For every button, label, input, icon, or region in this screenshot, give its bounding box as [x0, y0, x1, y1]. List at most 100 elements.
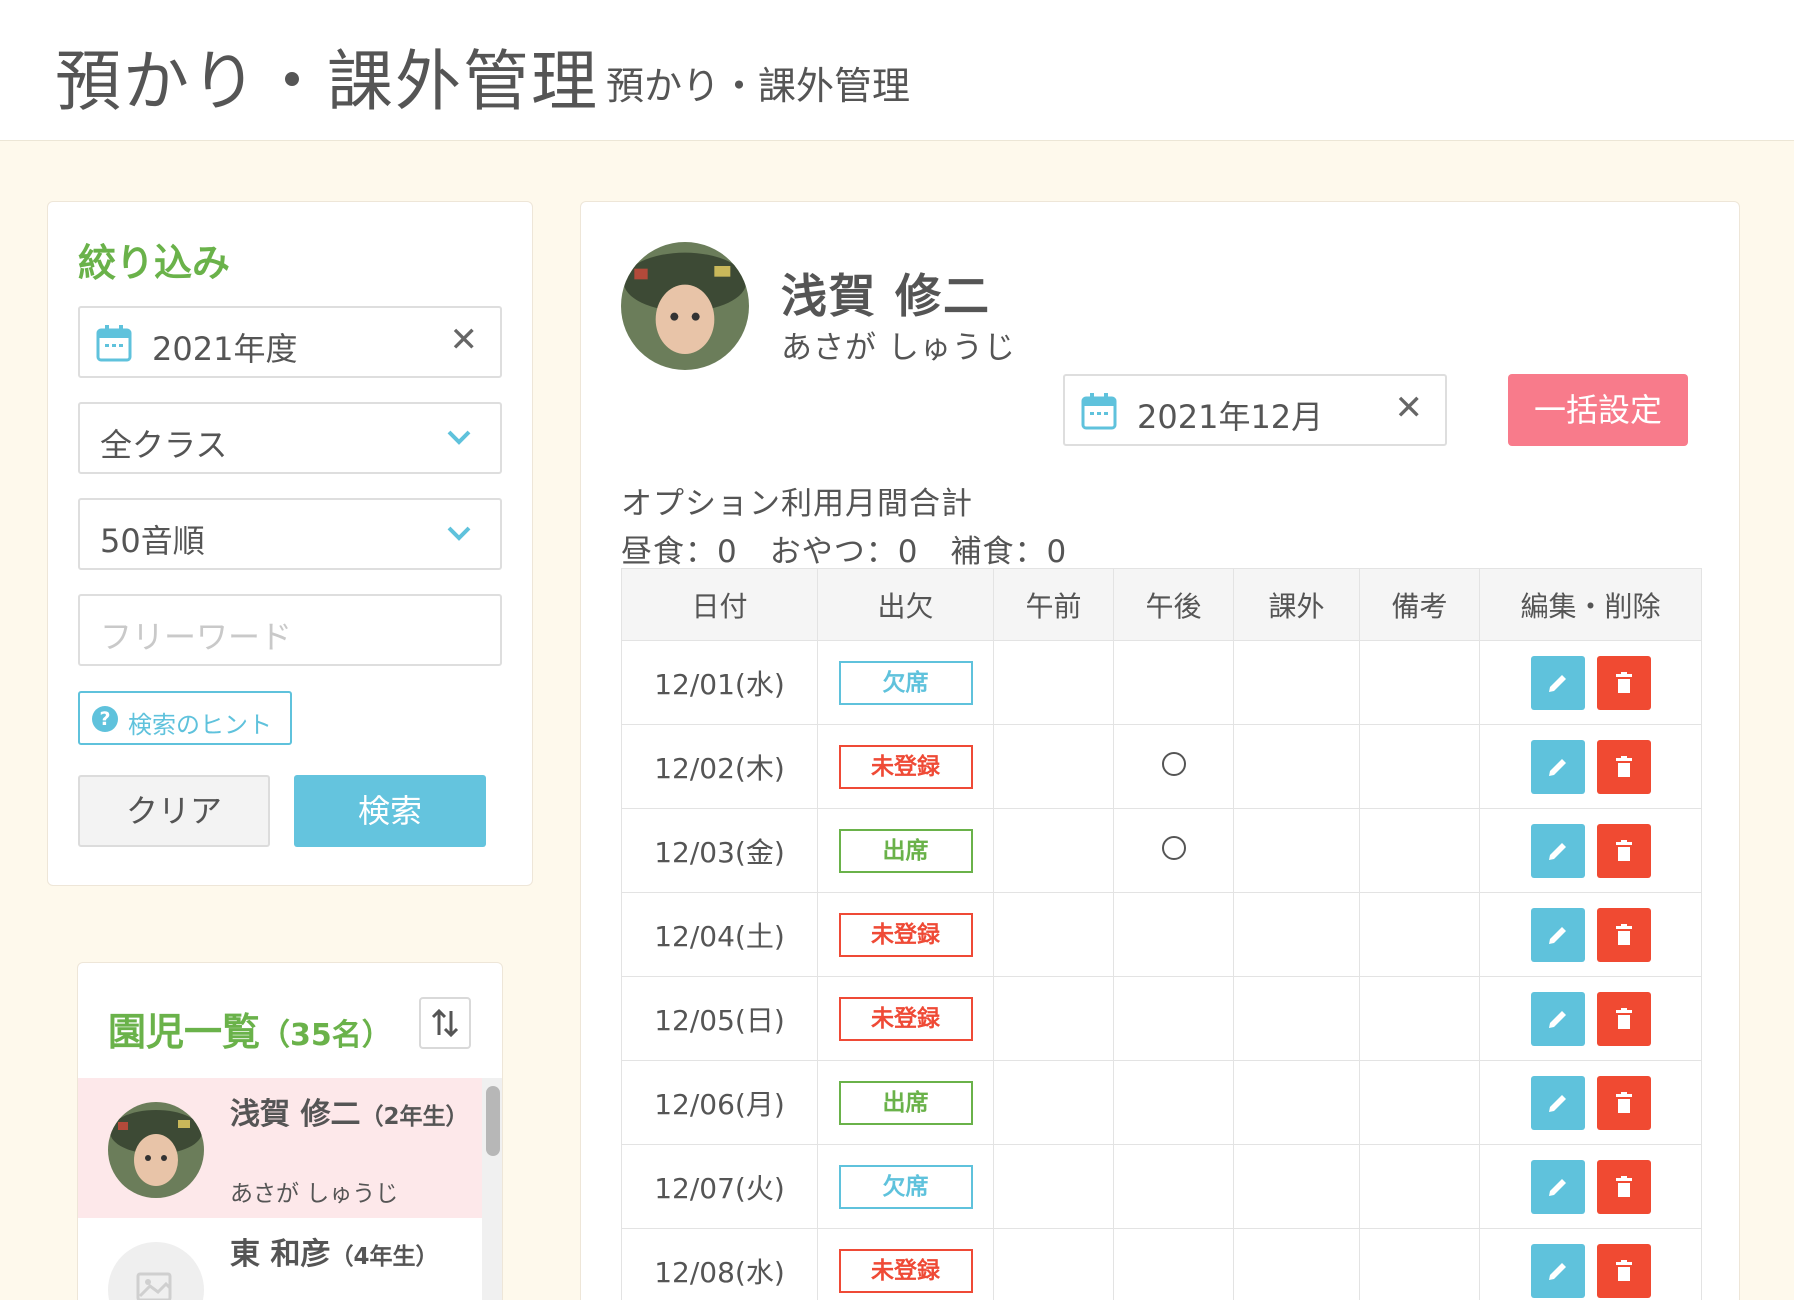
- delete-button[interactable]: [1596, 1159, 1651, 1214]
- trash-icon: [1615, 1259, 1632, 1281]
- edit-button[interactable]: [1530, 991, 1585, 1046]
- col-actions: 編集・削除: [1479, 568, 1702, 641]
- row-note: [1359, 640, 1480, 725]
- table-row: 12/01(水) 欠席: [621, 640, 1702, 725]
- row-date: 12/02(木): [621, 724, 818, 809]
- edit-button[interactable]: [1530, 823, 1585, 878]
- edit-button[interactable]: [1530, 907, 1585, 962]
- row-actions: [1479, 1144, 1702, 1229]
- edit-button[interactable]: [1530, 655, 1585, 710]
- row-actions: [1479, 1060, 1702, 1145]
- sort-select[interactable]: 50音順: [78, 498, 502, 570]
- status-badge: 未登録: [838, 744, 973, 789]
- status-badge: 未登録: [838, 912, 973, 957]
- scrollbar[interactable]: [482, 1078, 502, 1300]
- row-attendance: 出席: [817, 808, 994, 893]
- row-note: [1359, 1144, 1480, 1229]
- search-hint-button[interactable]: ? 検索のヒント: [78, 691, 292, 745]
- pencil-icon: [1548, 1262, 1566, 1280]
- row-extra: [1233, 1060, 1360, 1145]
- status-badge: 未登録: [838, 996, 973, 1041]
- pencil-icon: [1548, 842, 1566, 860]
- row-actions: [1479, 976, 1702, 1061]
- col-date: 日付: [621, 568, 818, 641]
- table-row: 12/07(火) 欠席: [621, 1144, 1702, 1229]
- row-attendance: 未登録: [817, 724, 994, 809]
- trash-icon: [1615, 1175, 1632, 1197]
- search-button[interactable]: 検索: [294, 775, 486, 847]
- delete-button[interactable]: [1596, 907, 1651, 962]
- page-header: 預かり・課外管理 預かり・課外管理: [0, 0, 1794, 141]
- status-badge: 欠席: [838, 660, 973, 705]
- freeword-input[interactable]: フリーワード: [78, 594, 502, 666]
- row-pm: [1113, 724, 1234, 809]
- row-pm: [1113, 892, 1234, 977]
- sort-value: 50音順: [100, 522, 205, 560]
- child-list-item[interactable]: 東 和彦（4年生）: [78, 1218, 484, 1300]
- child-list-heading: 園児一覧（35名）: [108, 1001, 392, 1056]
- avatar: [108, 1102, 204, 1198]
- row-actions: [1479, 892, 1702, 977]
- row-am: [993, 1228, 1114, 1300]
- table-row: 12/03(金) 出席: [621, 808, 1702, 893]
- row-attendance: 欠席: [817, 640, 994, 725]
- table-row: 12/04(土) 未登録: [621, 892, 1702, 977]
- pencil-icon: [1548, 674, 1566, 692]
- pencil-icon: [1548, 1010, 1566, 1028]
- row-note: [1359, 724, 1480, 809]
- trash-icon: [1615, 923, 1632, 945]
- table-row: 12/02(木) 未登録: [621, 724, 1702, 809]
- delete-button[interactable]: [1596, 991, 1651, 1046]
- row-date: 12/04(土): [621, 892, 818, 977]
- edit-button[interactable]: [1530, 739, 1585, 794]
- row-actions: [1479, 1228, 1702, 1300]
- month-field[interactable]: 2021年12月 ✕: [1063, 374, 1447, 446]
- row-pm: [1113, 640, 1234, 725]
- trash-icon: [1615, 1007, 1632, 1029]
- row-am: [993, 892, 1114, 977]
- avatar: [621, 242, 749, 370]
- row-attendance: 未登録: [817, 1228, 994, 1300]
- row-pm: [1113, 1144, 1234, 1229]
- chevron-down-icon: [447, 526, 471, 541]
- year-value: 2021年度: [152, 330, 298, 368]
- child-detail-kana: あさが しゅうじ: [781, 330, 1016, 366]
- delete-button[interactable]: [1596, 1075, 1651, 1130]
- class-select[interactable]: 全クラス: [78, 402, 502, 474]
- child-detail-name: 浅賀 修二: [781, 269, 992, 323]
- child-list-item[interactable]: 浅賀 修二（2年生） あさが しゅうじ: [78, 1078, 484, 1218]
- row-pm: [1113, 976, 1234, 1061]
- sort-toggle-button[interactable]: [419, 997, 471, 1049]
- delete-button[interactable]: [1596, 739, 1651, 794]
- status-badge: 出席: [838, 1080, 973, 1125]
- row-am: [993, 640, 1114, 725]
- edit-button[interactable]: [1530, 1243, 1585, 1298]
- search-hint-label: 検索のヒント: [128, 711, 272, 739]
- bulk-settings-button[interactable]: 一括設定: [1508, 374, 1688, 446]
- col-pm: 午後: [1113, 568, 1234, 641]
- delete-button[interactable]: [1596, 655, 1651, 710]
- col-attendance: 出欠: [817, 568, 994, 641]
- edit-button[interactable]: [1530, 1075, 1585, 1130]
- month-value: 2021年12月: [1137, 398, 1324, 436]
- row-note: [1359, 1228, 1480, 1300]
- child-list-title: 園児一覧: [108, 1010, 261, 1054]
- row-pm: [1113, 1060, 1234, 1145]
- trash-icon: [1615, 755, 1632, 777]
- close-icon[interactable]: ✕: [1395, 388, 1424, 428]
- row-extra: [1233, 640, 1360, 725]
- row-date: 12/05(日): [621, 976, 818, 1061]
- row-am: [993, 976, 1114, 1061]
- row-date: 12/07(火): [621, 1144, 818, 1229]
- delete-button[interactable]: [1596, 823, 1651, 878]
- clear-button[interactable]: クリア: [78, 775, 270, 847]
- year-field[interactable]: 2021年度 ✕: [78, 306, 502, 378]
- status-badge: 未登録: [838, 1248, 973, 1293]
- close-icon[interactable]: ✕: [450, 320, 479, 360]
- edit-button[interactable]: [1530, 1159, 1585, 1214]
- page-subtitle: 預かり・課外管理: [606, 64, 911, 108]
- delete-button[interactable]: [1596, 1243, 1651, 1298]
- summary-values: 昼食：0 おやつ：0 補食：0: [621, 534, 1068, 570]
- filter-panel: 絞り込み 2021年度 ✕ 全クラス 50音順 フリーワード ? 検索のヒント …: [47, 201, 533, 886]
- scroll-thumb[interactable]: [486, 1086, 500, 1156]
